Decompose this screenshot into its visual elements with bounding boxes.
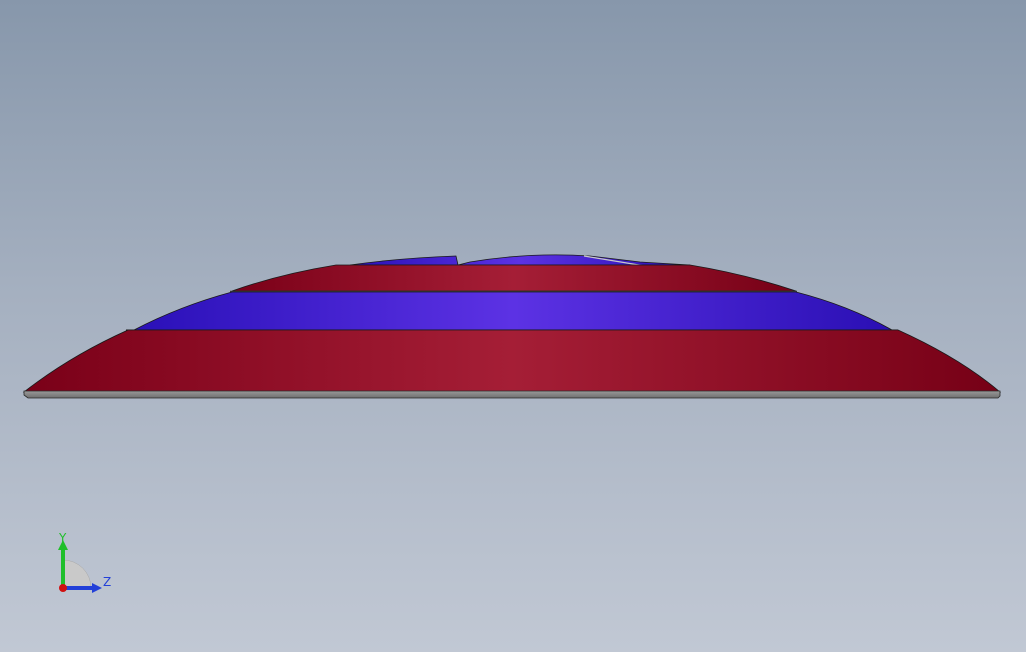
x-axis-dot: [59, 584, 67, 592]
triad-axes: [58, 540, 102, 593]
middle-blue-band[interactable]: [133, 291, 894, 331]
lower-red-band[interactable]: [22, 329, 1002, 393]
3d-model-view[interactable]: [0, 0, 1026, 652]
z-axis-arrow: [92, 583, 102, 593]
graphics-viewport[interactable]: Y Z: [0, 0, 1026, 652]
upper-red-band[interactable]: [231, 264, 797, 292]
orientation-triad: Y Z: [40, 528, 130, 608]
z-axis-label: Z: [103, 575, 112, 589]
y-axis-label: Y: [59, 531, 67, 545]
base-plate[interactable]: [23, 390, 1001, 399]
top-blue-cap[interactable]: [349, 254, 691, 266]
triad-quarter-disc: [62, 559, 92, 589]
